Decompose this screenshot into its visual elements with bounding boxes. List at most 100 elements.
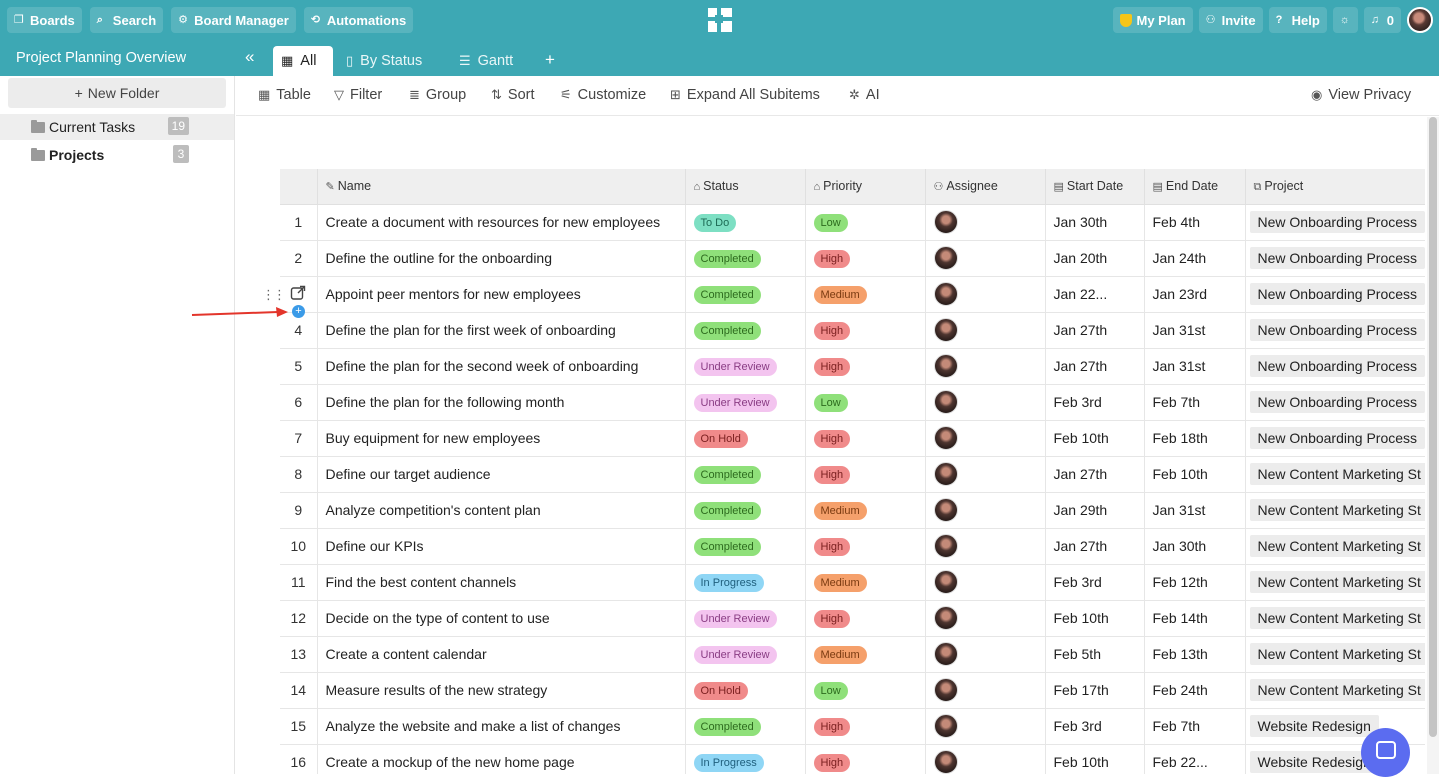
project-cell[interactable]: New Content Marketing St (1245, 492, 1425, 529)
row-number-cell[interactable]: 15 (280, 708, 318, 745)
theme-toggle-button[interactable]: ☼ (1332, 7, 1358, 33)
end-date-cell[interactable]: Feb 13th (1144, 636, 1246, 673)
project-chip[interactable]: New Onboarding Process (1249, 283, 1425, 305)
status-cell[interactable]: Completed (685, 312, 806, 349)
assignee-cell[interactable] (925, 672, 1046, 709)
end-date-cell[interactable]: Jan 31st (1144, 348, 1246, 385)
project-chip[interactable]: New Onboarding Process (1249, 319, 1425, 341)
assignee-cell[interactable] (925, 312, 1046, 349)
name-cell[interactable]: Create a document with resources for new… (317, 204, 686, 241)
start-date-cell[interactable]: Jan 27th (1045, 528, 1145, 565)
scrollbar-thumb[interactable] (1429, 117, 1437, 737)
assignee-cell[interactable] (925, 528, 1046, 565)
end-date-cell[interactable]: Feb 7th (1144, 708, 1246, 745)
table-row[interactable]: 13 Create a content calendar Under Review M… (280, 636, 1425, 673)
automations-button[interactable]: ⟲ Automations (303, 7, 414, 33)
project-chip[interactable]: New Content Marketing St (1249, 571, 1425, 593)
end-date-cell[interactable]: Jan 30th (1144, 528, 1246, 565)
row-number-cell[interactable]: 8 (280, 456, 318, 493)
assignee-cell[interactable] (925, 456, 1046, 493)
status-cell[interactable]: Completed (685, 276, 806, 313)
help-button[interactable]: ? Help (1268, 7, 1327, 33)
app-logo[interactable] (706, 6, 734, 34)
priority-cell[interactable]: High (805, 348, 926, 385)
end-date-cell[interactable]: Jan 23rd (1144, 276, 1246, 313)
priority-cell[interactable]: High (805, 240, 926, 277)
project-cell[interactable]: New Onboarding Process (1245, 240, 1425, 277)
name-cell[interactable]: Find the best content channels (317, 564, 686, 601)
project-cell[interactable]: New Onboarding Process (1245, 420, 1425, 457)
priority-cell[interactable]: Medium (805, 276, 926, 313)
project-cell[interactable]: New Content Marketing St (1245, 456, 1425, 493)
column-header-name[interactable]: ✎ Name (317, 169, 686, 205)
table-row[interactable]: 8 Define our target audience Completed High… (280, 456, 1425, 493)
priority-cell[interactable]: High (805, 312, 926, 349)
end-date-cell[interactable]: Feb 14th (1144, 600, 1246, 637)
name-cell[interactable]: Create a mockup of the new home page (317, 744, 686, 774)
project-chip[interactable]: New Onboarding Process (1249, 427, 1425, 449)
table-row[interactable]: 14 Measure results of the new strategy On … (280, 672, 1425, 709)
column-header-project[interactable]: ⧉ Project (1245, 169, 1425, 205)
status-cell[interactable]: In Progress (685, 744, 806, 774)
assignee-cell[interactable] (925, 600, 1046, 637)
row-number-cell[interactable]: 12 (280, 600, 318, 637)
assignee-cell[interactable] (925, 420, 1046, 457)
assignee-cell[interactable] (925, 240, 1046, 277)
status-cell[interactable]: In Progress (685, 564, 806, 601)
assignee-cell[interactable] (925, 708, 1046, 745)
assignee-cell[interactable] (925, 276, 1046, 313)
column-header-assignee[interactable]: ⚇ Assignee (925, 169, 1046, 205)
table-row[interactable]: 10 Define our KPIs Completed High Jan 27th Ja… (280, 528, 1425, 565)
start-date-cell[interactable]: Feb 3rd (1045, 384, 1145, 421)
end-date-cell[interactable]: Jan 31st (1144, 312, 1246, 349)
start-date-cell[interactable]: Feb 17th (1045, 672, 1145, 709)
project-chip[interactable]: New Content Marketing St (1249, 499, 1425, 521)
drag-handle-icon[interactable]: ⋮⋮ (262, 287, 286, 303)
filter-button[interactable]: ▽ Filter (334, 87, 382, 103)
start-date-cell[interactable]: Jan 20th (1045, 240, 1145, 277)
project-cell[interactable]: New Onboarding Process (1245, 312, 1425, 349)
view-privacy-button[interactable]: ◉ View Privacy (1311, 87, 1411, 103)
sidebar-item-projects[interactable]: Projects 3 (0, 142, 234, 168)
status-cell[interactable]: Under Review (685, 636, 806, 673)
project-chip[interactable]: New Content Marketing St (1249, 463, 1425, 485)
table-row[interactable]: 4 Define the plan for the first week of o… (280, 312, 1425, 349)
project-cell[interactable]: New Onboarding Process (1245, 384, 1425, 421)
tab-gantt[interactable]: ☰ Gantt (451, 46, 521, 76)
boards-button[interactable]: ❐ Boards (7, 7, 82, 33)
priority-cell[interactable]: High (805, 600, 926, 637)
project-chip[interactable]: New Content Marketing St (1249, 535, 1425, 557)
project-chip[interactable]: New Onboarding Process (1249, 247, 1425, 269)
assignee-cell[interactable] (925, 636, 1046, 673)
name-cell[interactable]: Define the plan for the second week of o… (317, 348, 686, 385)
end-date-cell[interactable]: Feb 24th (1144, 672, 1246, 709)
project-chip[interactable]: New Onboarding Process (1249, 391, 1425, 413)
end-date-cell[interactable]: Feb 10th (1144, 456, 1246, 493)
end-date-cell[interactable]: Feb 22... (1144, 744, 1246, 774)
column-header-end-date[interactable]: ▤ End Date (1144, 169, 1246, 205)
row-number-cell[interactable]: 2 (280, 240, 318, 277)
name-cell[interactable]: Buy equipment for new employees (317, 420, 686, 457)
end-date-cell[interactable]: Feb 12th (1144, 564, 1246, 601)
start-date-cell[interactable]: Feb 10th (1045, 744, 1145, 774)
tab-by-status[interactable]: ▯ By Status (338, 46, 430, 76)
priority-cell[interactable]: High (805, 528, 926, 565)
end-date-cell[interactable]: Jan 24th (1144, 240, 1246, 277)
notifications-button[interactable]: ♫ 0 (1363, 7, 1401, 33)
tab-all[interactable]: ▦ All (273, 46, 333, 76)
column-header-priority[interactable]: ⌂ Priority (805, 169, 926, 205)
name-cell[interactable]: Define our KPIs (317, 528, 686, 565)
invite-button[interactable]: ⚇ Invite (1198, 7, 1263, 33)
sidebar-item-current-tasks[interactable]: Current Tasks 19 (0, 114, 234, 140)
priority-cell[interactable]: High (805, 420, 926, 457)
name-cell[interactable]: Analyze competition's content plan (317, 492, 686, 529)
ai-button[interactable]: ✲ AI (849, 87, 880, 103)
table-row[interactable]: 2 Define the outline for the onboarding Co… (280, 240, 1425, 277)
name-cell[interactable]: Decide on the type of content to use (317, 600, 686, 637)
status-cell[interactable]: Completed (685, 240, 806, 277)
end-date-cell[interactable]: Jan 31st (1144, 492, 1246, 529)
row-number-cell[interactable]: 9 (280, 492, 318, 529)
table-row[interactable]: 1 Create a document with resources for ne… (280, 204, 1425, 241)
name-cell[interactable]: Define the plan for the first week of on… (317, 312, 686, 349)
project-cell[interactable]: New Onboarding Process (1245, 204, 1425, 241)
